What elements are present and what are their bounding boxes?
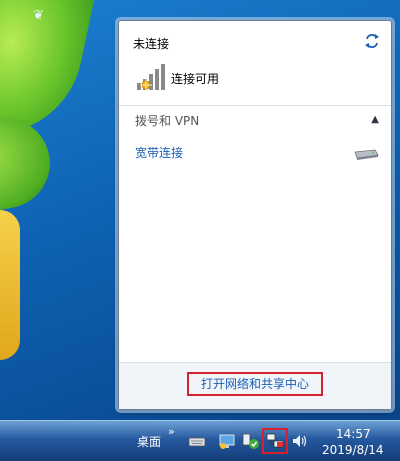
section-divider bbox=[119, 105, 391, 106]
chevron-up-icon[interactable]: ▲ bbox=[371, 114, 379, 125]
desktop-toolbar-label[interactable]: 桌面 bbox=[137, 433, 161, 450]
connection-available-text: 连接可用 bbox=[171, 72, 220, 86]
taskbar: 桌面 » 14:57 2019/8/14 bbox=[0, 420, 400, 461]
open-network-sharing-center-link[interactable]: 打开网络和共享中心 bbox=[187, 372, 323, 396]
action-center-icon[interactable] bbox=[240, 431, 260, 451]
wallpaper-accent bbox=[0, 210, 20, 360]
toolbar-chevron-icon[interactable]: » bbox=[168, 425, 175, 438]
broadband-connection-item[interactable]: 宽带连接 bbox=[135, 144, 183, 161]
network-flyout: 未连接 连接可用 拨号和 VPN ▲ 宽带连接 打开网络和共享中心 bbox=[118, 20, 392, 410]
connection-status: 未连接 bbox=[133, 37, 170, 51]
refresh-icon[interactable] bbox=[363, 33, 381, 49]
display-icon[interactable] bbox=[217, 431, 237, 451]
modem-icon bbox=[354, 149, 379, 160]
volume-icon[interactable] bbox=[290, 431, 310, 451]
dialup-vpn-header: 拨号和 VPN bbox=[135, 114, 200, 128]
network-icon[interactable] bbox=[265, 431, 285, 451]
clock-date[interactable]: 2019/8/14 bbox=[322, 443, 384, 457]
keyboard-icon[interactable] bbox=[187, 431, 207, 451]
flyout-footer: 打开网络和共享中心 bbox=[119, 362, 391, 409]
signal-icon bbox=[137, 64, 165, 91]
wallpaper-leaf-2 bbox=[0, 111, 57, 219]
clock-time[interactable]: 14:57 bbox=[336, 427, 371, 441]
butterfly-icon: ❦ bbox=[33, 8, 44, 23]
